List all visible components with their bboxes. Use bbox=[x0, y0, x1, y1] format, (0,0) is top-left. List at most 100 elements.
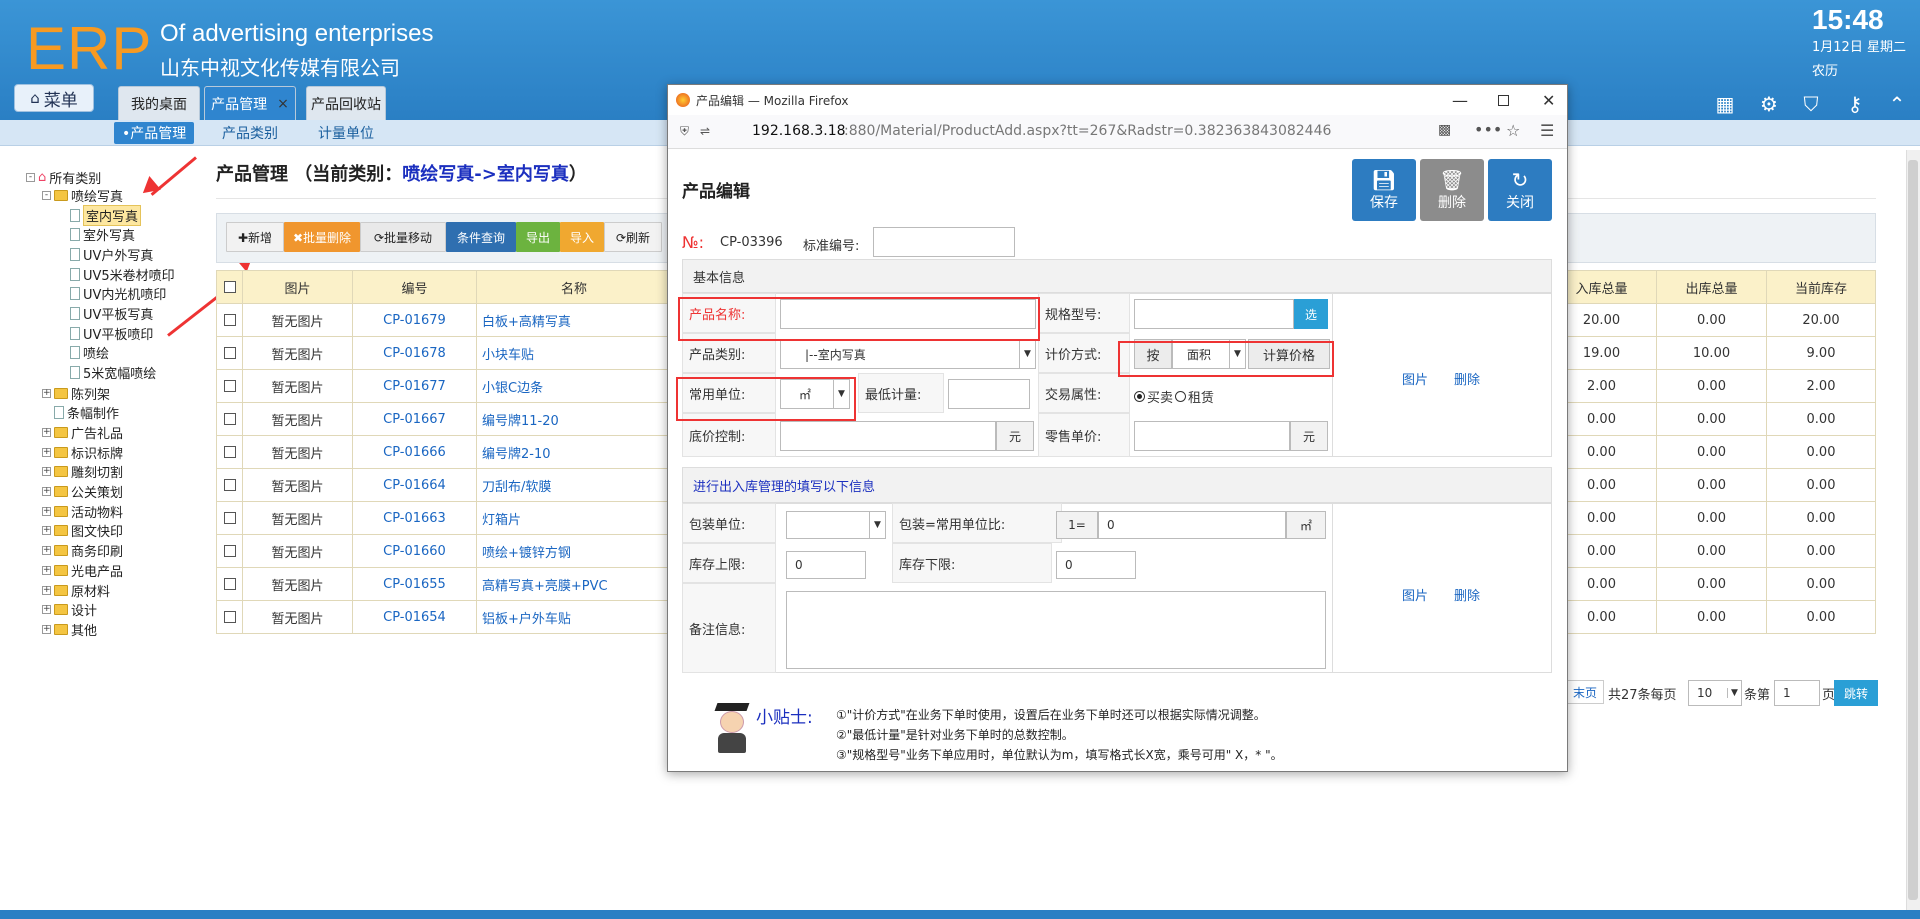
row-checkbox[interactable] bbox=[223, 380, 236, 392]
remark-textarea[interactable] bbox=[786, 591, 1326, 669]
import-button[interactable]: 导入 bbox=[560, 222, 604, 252]
tree-node-category[interactable]: + 其他 bbox=[42, 620, 97, 639]
row-checkbox[interactable] bbox=[223, 413, 236, 425]
expand-icon[interactable]: + bbox=[42, 487, 51, 496]
table-row[interactable]: 暂无图片 CP-01666 编号牌2-10 bbox=[216, 435, 672, 469]
retail-price-input[interactable] bbox=[1134, 421, 1290, 451]
subnav-measure-unit[interactable]: 计量单位 bbox=[310, 122, 382, 144]
table-row[interactable]: 0.00 0.00 0.00 bbox=[1546, 468, 1876, 502]
product-name-link[interactable]: 高精写真+亮膜+PVC bbox=[482, 579, 608, 594]
product-name-link[interactable]: 小银C边条 bbox=[482, 381, 543, 396]
product-name-link[interactable]: 灯箱片 bbox=[482, 513, 521, 528]
expand-icon[interactable]: + bbox=[42, 427, 51, 437]
url-host[interactable]: 192.168.3.18 bbox=[752, 123, 846, 139]
stock-lower-input[interactable]: 0 bbox=[1056, 551, 1136, 579]
product-code-link[interactable]: CP-01677 bbox=[383, 379, 446, 394]
radio-sell[interactable] bbox=[1134, 391, 1145, 402]
tree-node-child[interactable]: 室内写真 bbox=[70, 204, 142, 226]
close-button[interactable]: ↻ 关闭 bbox=[1488, 159, 1552, 221]
product-code-link[interactable]: CP-01663 bbox=[383, 511, 446, 526]
row-checkbox[interactable] bbox=[223, 479, 236, 491]
min-quantity-input[interactable] bbox=[948, 379, 1030, 409]
expand-icon[interactable]: + bbox=[42, 585, 51, 595]
select-all-checkbox[interactable] bbox=[223, 281, 236, 293]
tree-node-category[interactable]: + 商务印刷 bbox=[42, 542, 123, 560]
pager-go-button[interactable]: 跳转 bbox=[1834, 680, 1878, 706]
tree-node-child[interactable]: UV平板喷印 bbox=[70, 324, 153, 343]
batch-delete-button[interactable]: ✖批量删除 bbox=[284, 222, 360, 252]
radio-rent[interactable] bbox=[1175, 391, 1187, 402]
tree-node-category[interactable]: + 原材料 bbox=[42, 581, 110, 600]
product-category-select[interactable]: |--室内写真 ▼ bbox=[780, 339, 1036, 369]
product-name-link[interactable]: 刀刮布/软膜 bbox=[482, 480, 551, 495]
table-row[interactable]: 暂无图片 CP-01663 灯箱片 bbox=[216, 501, 672, 535]
maximize-icon[interactable] bbox=[1498, 94, 1509, 106]
pager-last-button[interactable]: 末页 bbox=[1566, 680, 1604, 704]
tree-node-child[interactable]: UV平板写真 bbox=[70, 305, 153, 323]
table-row[interactable]: 暂无图片 CP-01660 喷绘+镀锌方钢 bbox=[216, 534, 672, 568]
save-button[interactable]: 💾︎ 保存 bbox=[1352, 159, 1416, 221]
collapse-up-icon[interactable]: ⌃ bbox=[1884, 92, 1910, 116]
product-name-link[interactable]: 白板+高精写真 bbox=[482, 315, 571, 330]
table-row[interactable]: 暂无图片 CP-01679 白板+高精写真 bbox=[216, 303, 672, 337]
spec-input[interactable] bbox=[1134, 299, 1294, 329]
collapse-icon[interactable]: - bbox=[26, 172, 35, 182]
expand-icon[interactable]: + bbox=[42, 467, 51, 477]
row-checkbox[interactable] bbox=[223, 314, 236, 326]
tab-product-management[interactable]: 产品管理 × bbox=[204, 86, 296, 120]
expand-icon[interactable]: + bbox=[42, 447, 51, 457]
tree-node-category[interactable]: + 图文快印 bbox=[42, 522, 123, 540]
key-icon[interactable]: ⚷ bbox=[1842, 92, 1868, 116]
tree-node-child[interactable]: 5米宽幅喷绘 bbox=[70, 364, 156, 382]
delete-picture-link[interactable]: 删除 bbox=[1454, 585, 1480, 604]
table-row[interactable]: 0.00 0.00 0.00 bbox=[1546, 435, 1876, 469]
expand-icon[interactable]: + bbox=[42, 388, 51, 398]
menu-button[interactable]: ⌂ 菜单 bbox=[14, 84, 94, 112]
product-code-link[interactable]: CP-01660 bbox=[383, 544, 446, 559]
scrollbar-thumb[interactable] bbox=[1908, 160, 1918, 900]
subnav-product-category[interactable]: 产品类别 bbox=[214, 122, 286, 144]
add-widget-icon[interactable]: ▦ bbox=[1712, 92, 1738, 116]
product-code-link[interactable]: CP-01667 bbox=[383, 412, 446, 427]
shield-icon[interactable]: ⛨ bbox=[680, 124, 689, 139]
gear-icon[interactable]: ⚙ bbox=[1756, 92, 1782, 116]
table-row[interactable]: 0.00 0.00 0.00 bbox=[1546, 534, 1876, 568]
row-checkbox[interactable] bbox=[223, 578, 236, 590]
collapse-icon[interactable]: - bbox=[42, 190, 51, 200]
expand-icon[interactable]: + bbox=[42, 506, 51, 516]
expand-icon[interactable]: + bbox=[42, 565, 51, 575]
tree-node-child[interactable]: UV内光机喷印 bbox=[70, 285, 166, 303]
product-code-link[interactable]: CP-01655 bbox=[383, 577, 446, 592]
more-icon[interactable]: ••• bbox=[1474, 120, 1502, 139]
subnav-product-management[interactable]: •产品管理 bbox=[114, 122, 195, 144]
tree-node-category[interactable]: + 光电产品 bbox=[42, 561, 123, 580]
table-row[interactable]: 2.00 0.00 2.00 bbox=[1546, 369, 1876, 403]
row-checkbox[interactable] bbox=[223, 347, 236, 359]
expand-icon[interactable]: + bbox=[42, 605, 51, 615]
tab-desktop[interactable]: 我的桌面 bbox=[118, 86, 200, 120]
add-button[interactable]: ✚新增 bbox=[226, 222, 284, 252]
product-name-link[interactable]: 喷绘+镀锌方钢 bbox=[482, 546, 571, 561]
product-code-link[interactable]: CP-01654 bbox=[383, 610, 446, 625]
window-close-icon[interactable]: ✕ bbox=[1542, 91, 1555, 110]
table-row[interactable]: 暂无图片 CP-01678 小块车贴 bbox=[216, 336, 672, 370]
tree-root[interactable]: - ⌂ 所有类别 bbox=[26, 168, 101, 187]
table-row[interactable]: 0.00 0.00 0.00 bbox=[1546, 501, 1876, 535]
close-icon[interactable]: × bbox=[277, 96, 289, 112]
row-checkbox[interactable] bbox=[223, 545, 236, 557]
table-row[interactable]: 暂无图片 CP-01664 刀刮布/软膜 bbox=[216, 468, 672, 502]
tree-node-child[interactable]: UV户外写真 bbox=[70, 245, 153, 264]
tree-node-category[interactable]: + 活动物料 bbox=[42, 502, 123, 521]
product-code-link[interactable]: CP-01679 bbox=[383, 313, 446, 328]
table-row[interactable]: 暂无图片 CP-01654 铝板+户外车贴 bbox=[216, 600, 672, 634]
table-row[interactable]: 20.00 0.00 20.00 bbox=[1546, 303, 1876, 337]
row-checkbox[interactable] bbox=[223, 446, 236, 458]
floor-price-input[interactable] bbox=[780, 421, 996, 451]
refresh-button[interactable]: ⟳刷新 bbox=[604, 222, 662, 252]
product-name-link[interactable]: 铝板+户外车贴 bbox=[482, 612, 571, 627]
tab-recycle-bin[interactable]: 产品回收站 bbox=[306, 86, 386, 120]
product-name-link[interactable]: 编号牌11-20 bbox=[482, 414, 559, 429]
standard-number-input[interactable] bbox=[873, 227, 1015, 257]
product-code-link[interactable]: CP-01678 bbox=[383, 346, 446, 361]
stock-upper-input[interactable]: 0 bbox=[786, 551, 866, 579]
